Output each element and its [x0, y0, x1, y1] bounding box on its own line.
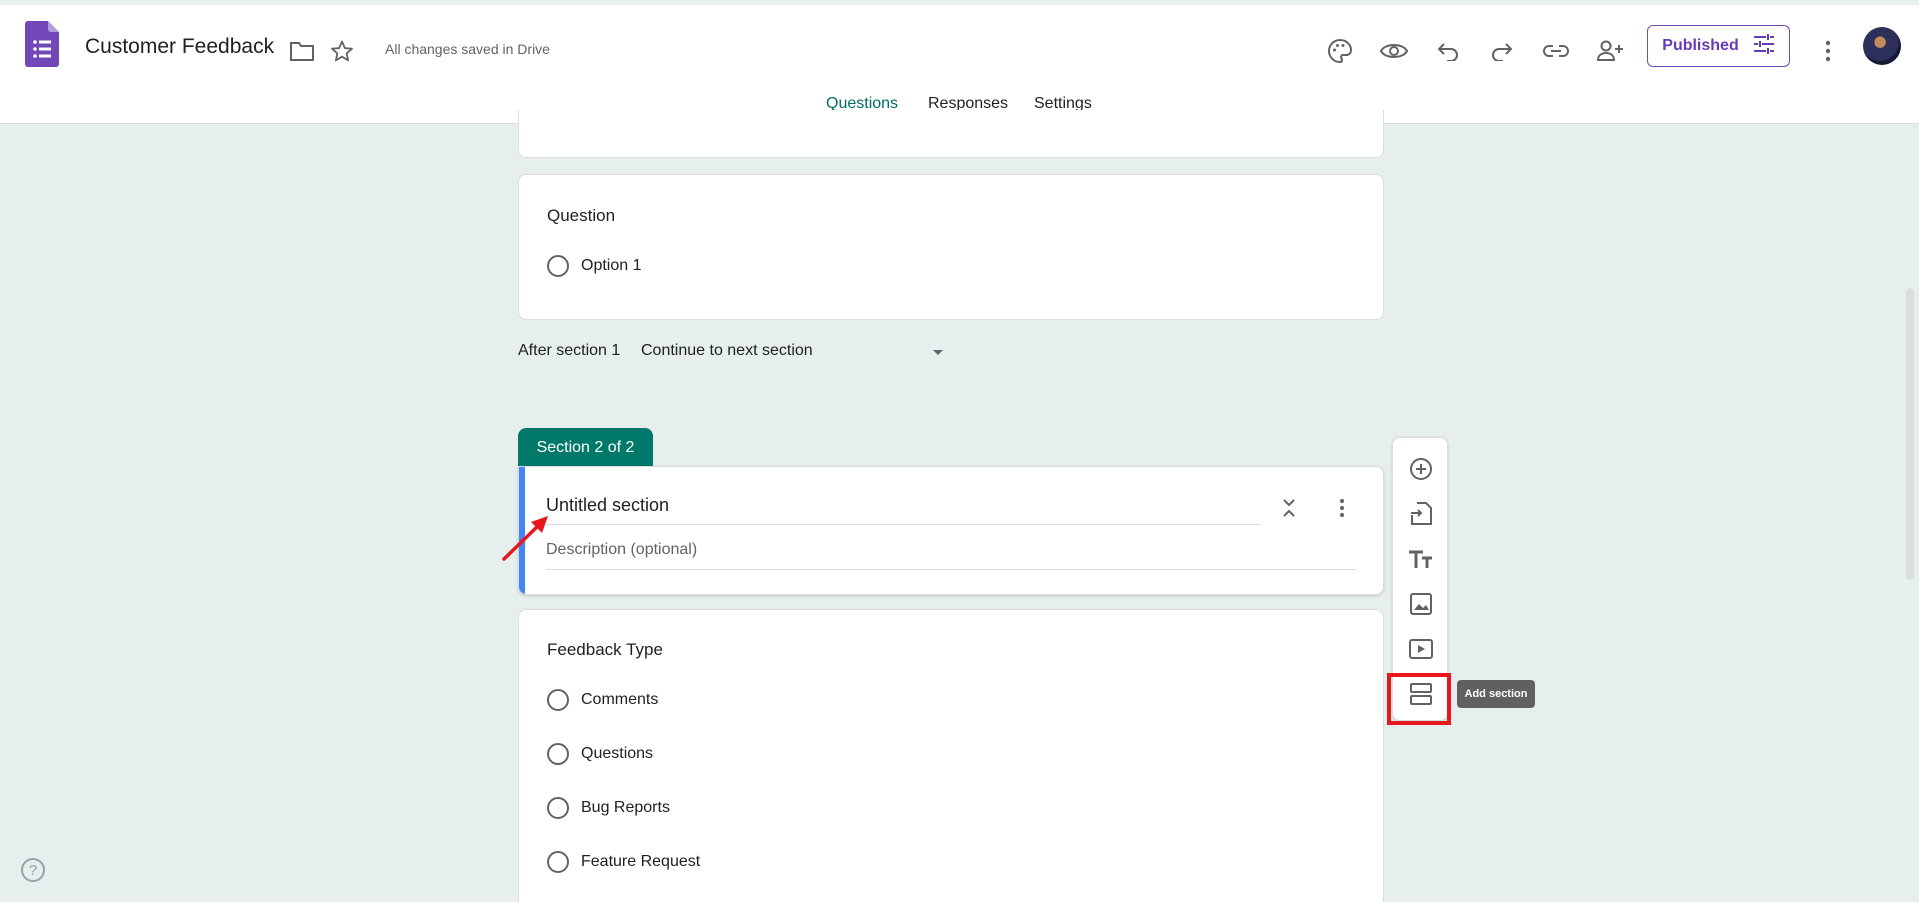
app-header: Customer Feedback All changes saved in D…: [0, 0, 1919, 127]
add-collaborator-icon[interactable]: [1594, 35, 1626, 67]
question-title[interactable]: Feedback Type: [547, 640, 663, 660]
option-row: Comments: [547, 689, 658, 711]
highlight-box: [1387, 673, 1451, 725]
option-label[interactable]: Bug Reports: [581, 799, 670, 817]
help-icon[interactable]: ?: [21, 858, 45, 882]
option-row: Questions: [547, 743, 653, 765]
star-icon[interactable]: [326, 35, 358, 67]
annotation-arrow-icon: [502, 516, 548, 561]
section-more-icon[interactable]: [1329, 495, 1355, 521]
option-label[interactable]: Comments: [581, 691, 658, 709]
radio-button[interactable]: [547, 851, 569, 873]
question-card[interactable]: Question Option 1: [518, 174, 1384, 320]
link-icon[interactable]: [1540, 35, 1572, 67]
form-title[interactable]: Customer Feedback: [85, 35, 274, 59]
section-header-card[interactable]: Untitled section Description (optional): [518, 466, 1384, 595]
radio-button[interactable]: [547, 743, 569, 765]
folder-icon[interactable]: [286, 35, 318, 67]
section-title-input[interactable]: Untitled section: [546, 495, 1261, 525]
form-header-card: [518, 110, 1384, 158]
palette-icon[interactable]: [1324, 35, 1356, 67]
redo-icon[interactable]: [1486, 35, 1518, 67]
option-row: Option 1: [547, 255, 641, 277]
radio-button[interactable]: [547, 689, 569, 711]
more-vert-icon[interactable]: [1812, 35, 1844, 67]
undo-icon[interactable]: [1432, 35, 1464, 67]
section-description-input[interactable]: Description (optional): [546, 541, 1356, 570]
forms-logo-icon[interactable]: [25, 21, 59, 67]
add-section-tooltip: Add section: [1457, 680, 1535, 708]
dropdown-arrow-icon[interactable]: [933, 350, 943, 355]
after-section-label: After section 1: [518, 342, 621, 359]
radio-button[interactable]: [547, 797, 569, 819]
radio-button[interactable]: [547, 255, 569, 277]
add-image-icon[interactable]: [1407, 590, 1435, 618]
add-title-icon[interactable]: [1407, 545, 1435, 573]
preview-eye-icon[interactable]: [1378, 35, 1410, 67]
scrollbar[interactable]: [1906, 288, 1914, 580]
collapse-section-icon[interactable]: [1276, 495, 1302, 521]
import-questions-icon[interactable]: [1407, 500, 1435, 528]
add-question-icon[interactable]: [1407, 455, 1435, 483]
published-label: Published: [1662, 37, 1739, 54]
option-row: Feature Request: [547, 851, 700, 873]
after-section-select[interactable]: Continue to next section: [641, 342, 813, 360]
question-card[interactable]: Feedback Type Comments Questions Bug Rep…: [518, 609, 1384, 902]
question-title[interactable]: Question: [547, 206, 615, 226]
option-label[interactable]: Questions: [581, 745, 653, 763]
saved-status: All changes saved in Drive: [385, 41, 550, 57]
tune-icon: [1753, 33, 1775, 59]
avatar[interactable]: [1863, 27, 1901, 65]
option-label[interactable]: Option 1: [581, 257, 641, 275]
published-button[interactable]: Published: [1647, 25, 1790, 67]
section-counter-tab: Section 2 of 2: [518, 428, 653, 468]
option-label[interactable]: Feature Request: [581, 853, 700, 871]
option-row: Bug Reports: [547, 797, 670, 819]
add-video-icon[interactable]: [1407, 635, 1435, 663]
